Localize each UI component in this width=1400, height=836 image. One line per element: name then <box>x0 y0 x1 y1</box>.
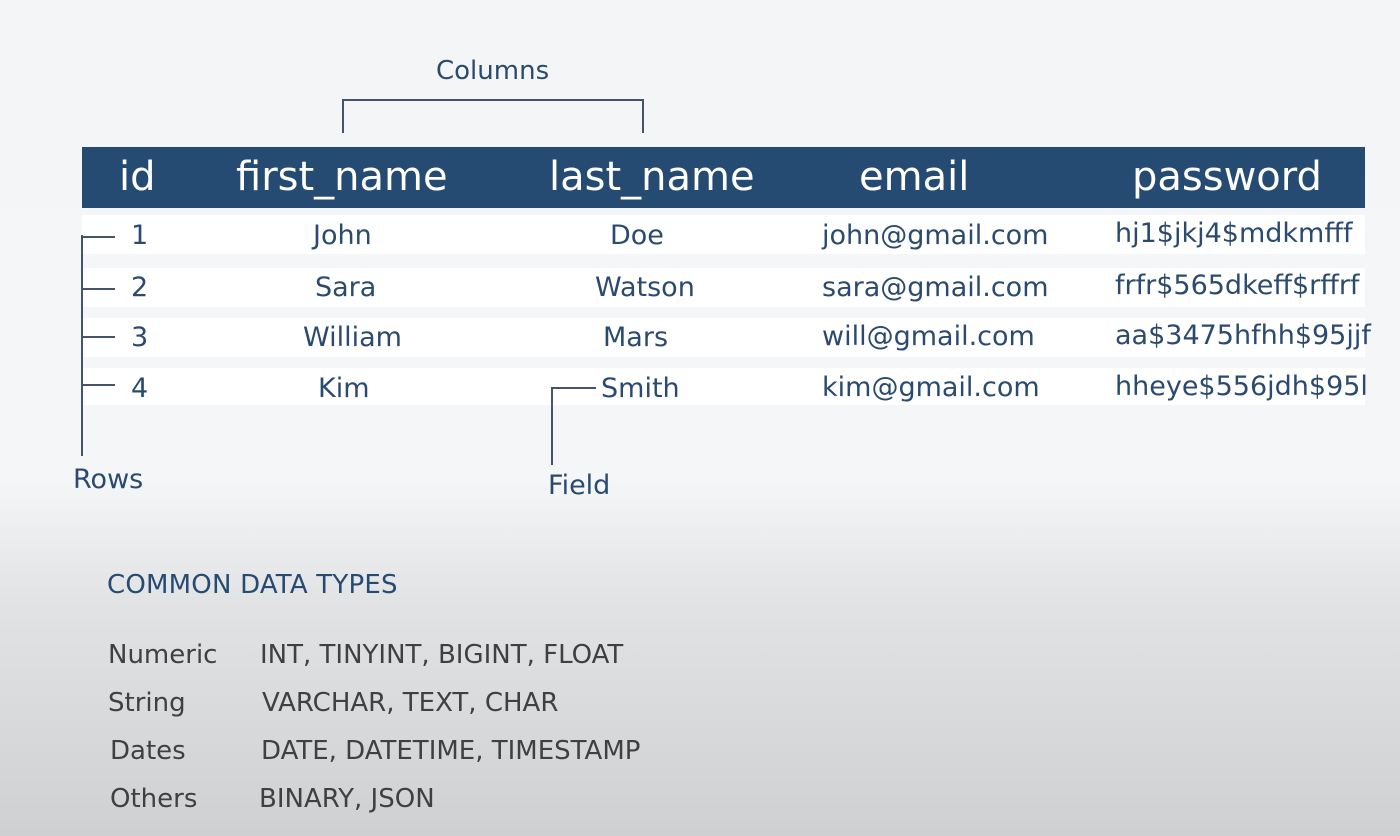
type-name-dates: Dates <box>110 736 186 766</box>
columns-annotation-label: Columns <box>436 56 550 86</box>
field-annotation-label: Field <box>548 470 611 501</box>
cell-last-name: Mars <box>603 322 669 353</box>
row-tick <box>81 236 115 238</box>
cell-email: kim@gmail.com <box>822 372 1040 403</box>
header-first-name: first_name <box>236 154 448 200</box>
cell-id: 2 <box>131 272 149 303</box>
row-tick <box>81 336 115 338</box>
type-values-numeric: INT, TINYINT, BIGINT, FLOAT <box>260 640 624 670</box>
data-types-heading: COMMON DATA TYPES <box>107 570 398 600</box>
header-id: id <box>119 154 156 200</box>
cell-email: sara@gmail.com <box>822 272 1049 303</box>
header-last-name: last_name <box>549 154 755 200</box>
type-values-dates: DATE, DATETIME, TIMESTAMP <box>261 736 641 766</box>
cell-last-name: Smith <box>601 373 680 404</box>
type-values-others: BINARY, JSON <box>259 784 435 814</box>
cell-first-name: Sara <box>315 272 377 303</box>
diagram-canvas: Columns id first_name last_name email pa… <box>0 0 1400 836</box>
cell-first-name: William <box>303 322 402 353</box>
cell-password: frfr$565dkeff$rffrf <box>1115 270 1360 301</box>
header-password: password <box>1132 154 1322 200</box>
type-name-others: Others <box>110 784 198 814</box>
field-pointer-line <box>551 387 553 465</box>
rows-annotation-label: Rows <box>73 464 144 495</box>
cell-password: hheye$556jdh$95l <box>1115 371 1368 402</box>
cell-id: 1 <box>131 220 149 251</box>
field-pointer-arm <box>551 387 596 389</box>
header-email: email <box>859 154 970 200</box>
cell-first-name: Kim <box>318 373 370 404</box>
cell-id: 3 <box>131 322 149 353</box>
cell-password: aa$3475hfhh$95jjf <box>1115 320 1371 351</box>
cell-email: john@gmail.com <box>822 220 1049 251</box>
table-header: id first_name last_name email password <box>82 147 1365 208</box>
type-name-numeric: Numeric <box>108 640 218 670</box>
cell-id: 4 <box>131 373 149 404</box>
columns-bracket <box>342 99 644 133</box>
type-name-string: String <box>108 688 186 718</box>
row-tick <box>81 288 115 290</box>
cell-email: will@gmail.com <box>822 321 1035 352</box>
cell-last-name: Watson <box>595 272 695 303</box>
rows-bracket-line <box>81 235 83 456</box>
cell-password: hj1$jkj4$mdkmfff <box>1115 218 1353 249</box>
cell-last-name: Doe <box>610 220 664 251</box>
type-values-string: VARCHAR, TEXT, CHAR <box>262 688 559 718</box>
row-tick <box>81 384 115 386</box>
cell-first-name: John <box>313 220 372 251</box>
